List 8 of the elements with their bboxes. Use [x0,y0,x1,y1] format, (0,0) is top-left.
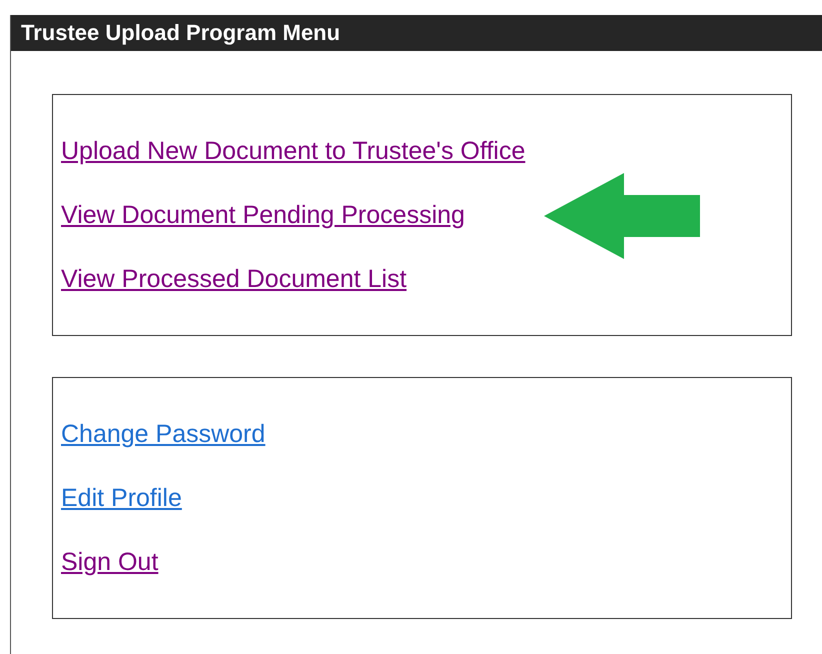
menu-link[interactable]: Sign Out [61,530,158,594]
menu-link[interactable]: View Document Pending Processing [61,183,465,247]
menu-link[interactable]: Change Password [61,402,266,466]
window-title: Trustee Upload Program Menu [11,15,822,51]
menu-link[interactable]: Edit Profile [61,466,182,530]
menu-link[interactable]: View Processed Document List [61,247,407,311]
arrow-icon [544,173,700,259]
menu-link[interactable]: Upload New Document to Trustee's Office [61,119,526,183]
